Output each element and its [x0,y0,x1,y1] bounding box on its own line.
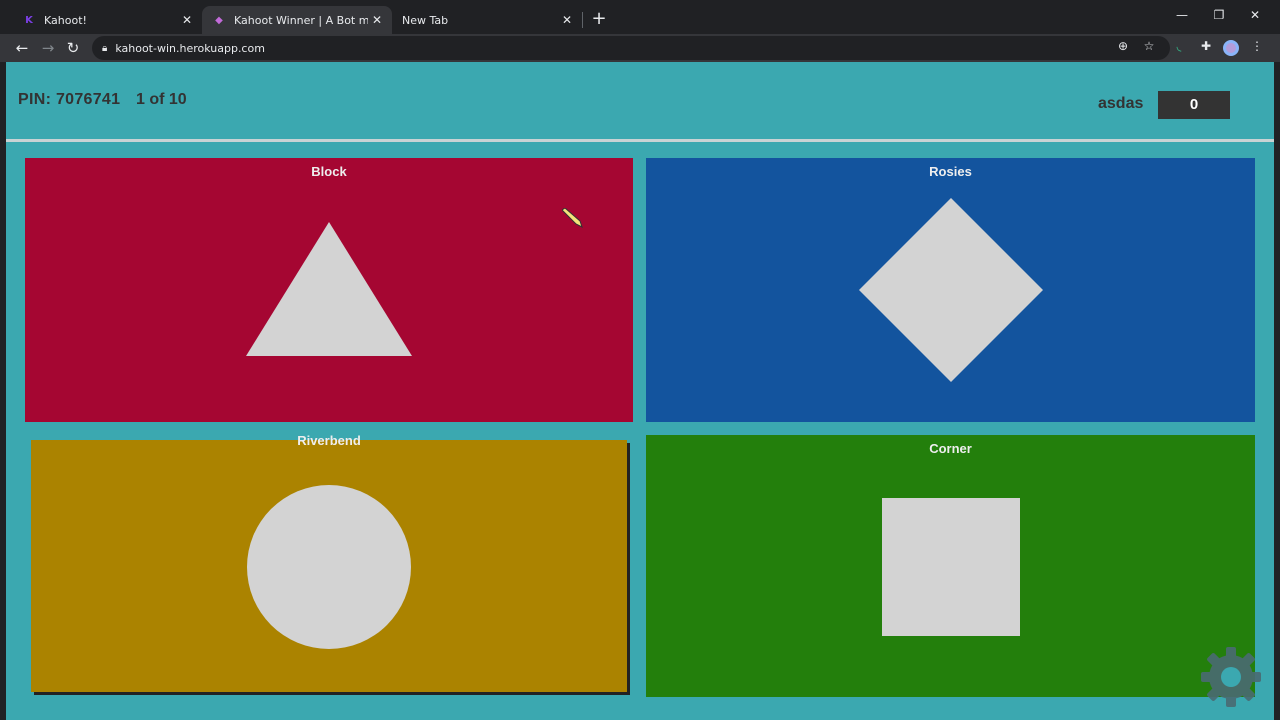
address-bar[interactable]: 🔒︎ kahoot-win.herokuapp.com [92,36,1170,60]
tab-separator [582,12,583,28]
tab-title: New Tab [402,13,449,27]
close-icon[interactable]: ✕ [368,13,386,27]
tab-title: Kahoot Winner | A Bot made by @ [234,13,368,27]
tab-kahoot[interactable]: K Kahoot! ✕ [12,6,202,34]
answer-blue-diamond[interactable]: Rosies [646,158,1255,422]
score-box: 0 [1158,91,1230,119]
browser-tab-bar: K Kahoot! ✕ ◆ Kahoot Winner | A Bot made… [0,0,1280,34]
circle-icon [247,485,411,649]
answer-green-square[interactable]: Corner [646,435,1255,697]
question-counter: 1 of 10 [136,91,187,108]
game-header: PIN: 7076741 1 of 10 asdas 0 [6,62,1274,139]
answer-label: Riverbend [297,433,361,448]
forward-icon[interactable]: → [38,38,58,58]
tab-title: Kahoot! [44,13,87,27]
answer-label: Rosies [929,164,972,179]
answer-yellow-circle[interactable]: Riverbend [31,433,627,692]
lock-icon: 🔒︎ [102,42,108,54]
tab-kahoot-winner[interactable]: ◆ Kahoot Winner | A Bot made by @ ✕ [202,6,392,34]
restore-icon[interactable]: ❐ [1209,8,1229,22]
kahoot-icon: K [25,14,33,26]
menu-kebab-icon[interactable]: ⋮ [1248,38,1266,54]
url-text: kahoot-win.herokuapp.com [115,41,265,55]
window-close-icon[interactable]: ✕ [1245,8,1265,22]
answer-label: Corner [929,441,972,456]
game-pin: PIN: 7076741 [18,91,121,108]
reload-icon[interactable]: ↻ [63,38,83,58]
minimize-icon[interactable]: — [1172,8,1192,22]
close-icon[interactable]: ✕ [178,13,196,27]
back-icon[interactable]: ← [12,38,32,58]
kahoot-winner-icon: ◆ [215,14,223,26]
answer-red-triangle[interactable]: Block [25,158,633,422]
square-icon [882,498,1020,636]
mouse-cursor-icon [562,208,583,228]
tab-new-tab[interactable]: New Tab ✕ [392,6,582,34]
browser-toolbar: ← → ↻ 🔒︎ kahoot-win.herokuapp.com ⊕ ☆ ◟ … [0,34,1280,62]
answer-label: Block [311,164,347,179]
install-app-icon[interactable]: ⊕ [1114,38,1132,54]
triangle-icon [246,222,412,356]
extensions-puzzle-icon[interactable]: ✚ [1197,38,1215,54]
extension-loading-icon[interactable]: ◟ [1170,38,1188,54]
new-tab-button[interactable]: + [589,9,609,29]
player-name: asdas [1098,95,1144,112]
bookmark-star-icon[interactable]: ☆ [1140,38,1158,54]
settings-gear-icon[interactable] [1199,645,1263,709]
header-divider [6,139,1274,142]
kahoot-game-page: PIN: 7076741 1 of 10 asdas 0 Block Rosie… [6,62,1274,720]
close-icon[interactable]: ✕ [558,13,576,27]
profile-avatar[interactable] [1223,40,1239,56]
diamond-icon [859,198,1043,382]
